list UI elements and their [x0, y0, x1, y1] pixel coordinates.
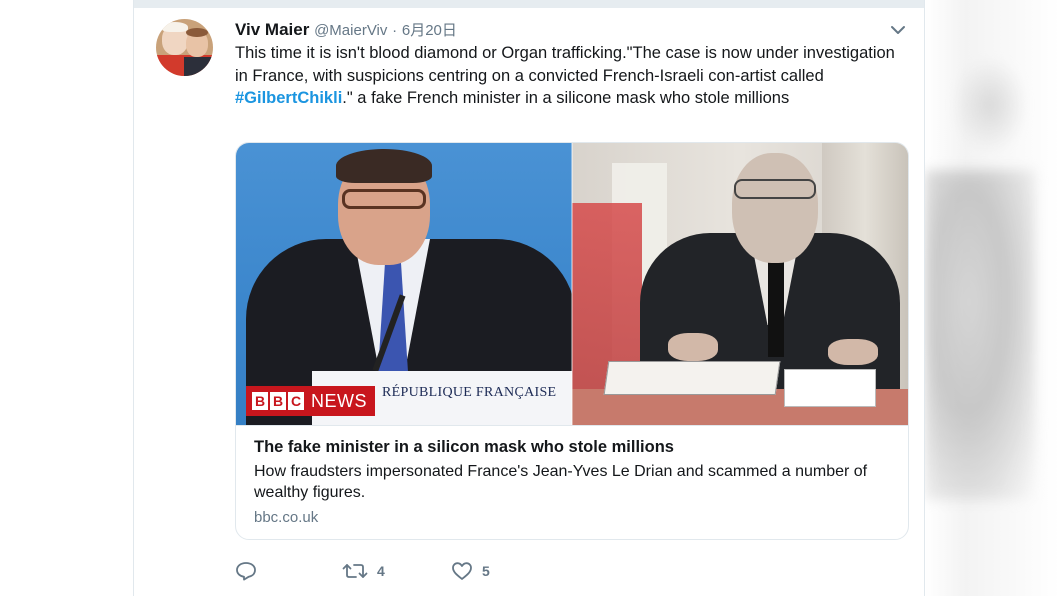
link-card-description: How fraudsters impersonated France's Jea… [254, 463, 868, 501]
avatar-hair-1 [162, 22, 188, 32]
avatar-hair-2 [186, 28, 208, 37]
bbc-letter-2: B [270, 392, 286, 410]
photo-hands-left [668, 333, 718, 361]
heart-icon [451, 561, 473, 581]
bbc-letter-1: B [252, 392, 268, 410]
photo-impostor [572, 143, 908, 425]
photo-glasses [342, 189, 426, 209]
link-card-title[interactable]: The fake minister in a silicon mask who … [254, 436, 890, 458]
page-left-gutter [0, 0, 133, 596]
photo-impostor-tie [768, 247, 784, 357]
background-blur-top [955, 60, 1025, 150]
avatar[interactable] [156, 19, 213, 76]
header-separator: · [392, 22, 398, 39]
photo-minister: RÉPUBLIQUE FRANÇAISE B B C NEWS [236, 143, 572, 425]
bbc-letter-3: C [288, 392, 304, 410]
link-preview-card[interactable]: RÉPUBLIQUE FRANÇAISE B B C NEWS The fake… [235, 142, 909, 540]
link-card-domain: bbc.co.uk [254, 509, 319, 526]
tweet-actions: 4 5 [235, 560, 635, 582]
tweet-card: Viv Maier @MaierViv · 6月20日 This time it… [133, 0, 925, 596]
avatar-shirt-2 [184, 57, 213, 76]
photo-impostor-mask [732, 153, 818, 263]
reply-button[interactable] [235, 560, 257, 582]
tweet-date[interactable]: 6月20日 [402, 22, 457, 39]
photo-paper [784, 369, 876, 407]
link-card-media: RÉPUBLIQUE FRANÇAISE B B C NEWS [236, 143, 908, 425]
retweet-icon [342, 561, 368, 581]
tweet-header: Viv Maier @MaierViv · 6月20日 [235, 19, 457, 41]
media-divider [571, 143, 573, 425]
bbc-news-word: NEWS [311, 390, 367, 411]
photo-impostor-glasses [734, 179, 816, 199]
tweet-text-before: This time it is isn't blood diamond or O… [235, 44, 895, 85]
photo-hair [336, 149, 432, 183]
reply-icon [235, 561, 257, 581]
like-count: 5 [482, 563, 490, 579]
author-name[interactable]: Viv Maier [235, 20, 309, 39]
retweet-button[interactable]: 4 [342, 560, 385, 582]
tweet-text-after: ." a fake French minister in a silicone … [342, 89, 790, 107]
bbc-news-logo: B B C NEWS [246, 386, 375, 416]
author-handle[interactable]: @MaierViv [314, 22, 387, 39]
photo-hands-right [828, 339, 878, 365]
background-image-right [925, 0, 1060, 596]
chevron-down-icon[interactable] [890, 22, 906, 38]
background-blur-figure [925, 170, 1035, 500]
link-card-info: The fake minister in a silicon mask who … [236, 425, 908, 539]
timeline-top-strip [134, 0, 924, 8]
retweet-count: 4 [377, 563, 385, 579]
hashtag-link[interactable]: #GilbertChikli [235, 89, 342, 107]
like-button[interactable]: 5 [451, 560, 490, 582]
tweet-text: This time it is isn't blood diamond or O… [235, 42, 895, 110]
photo-open-book [603, 361, 781, 395]
